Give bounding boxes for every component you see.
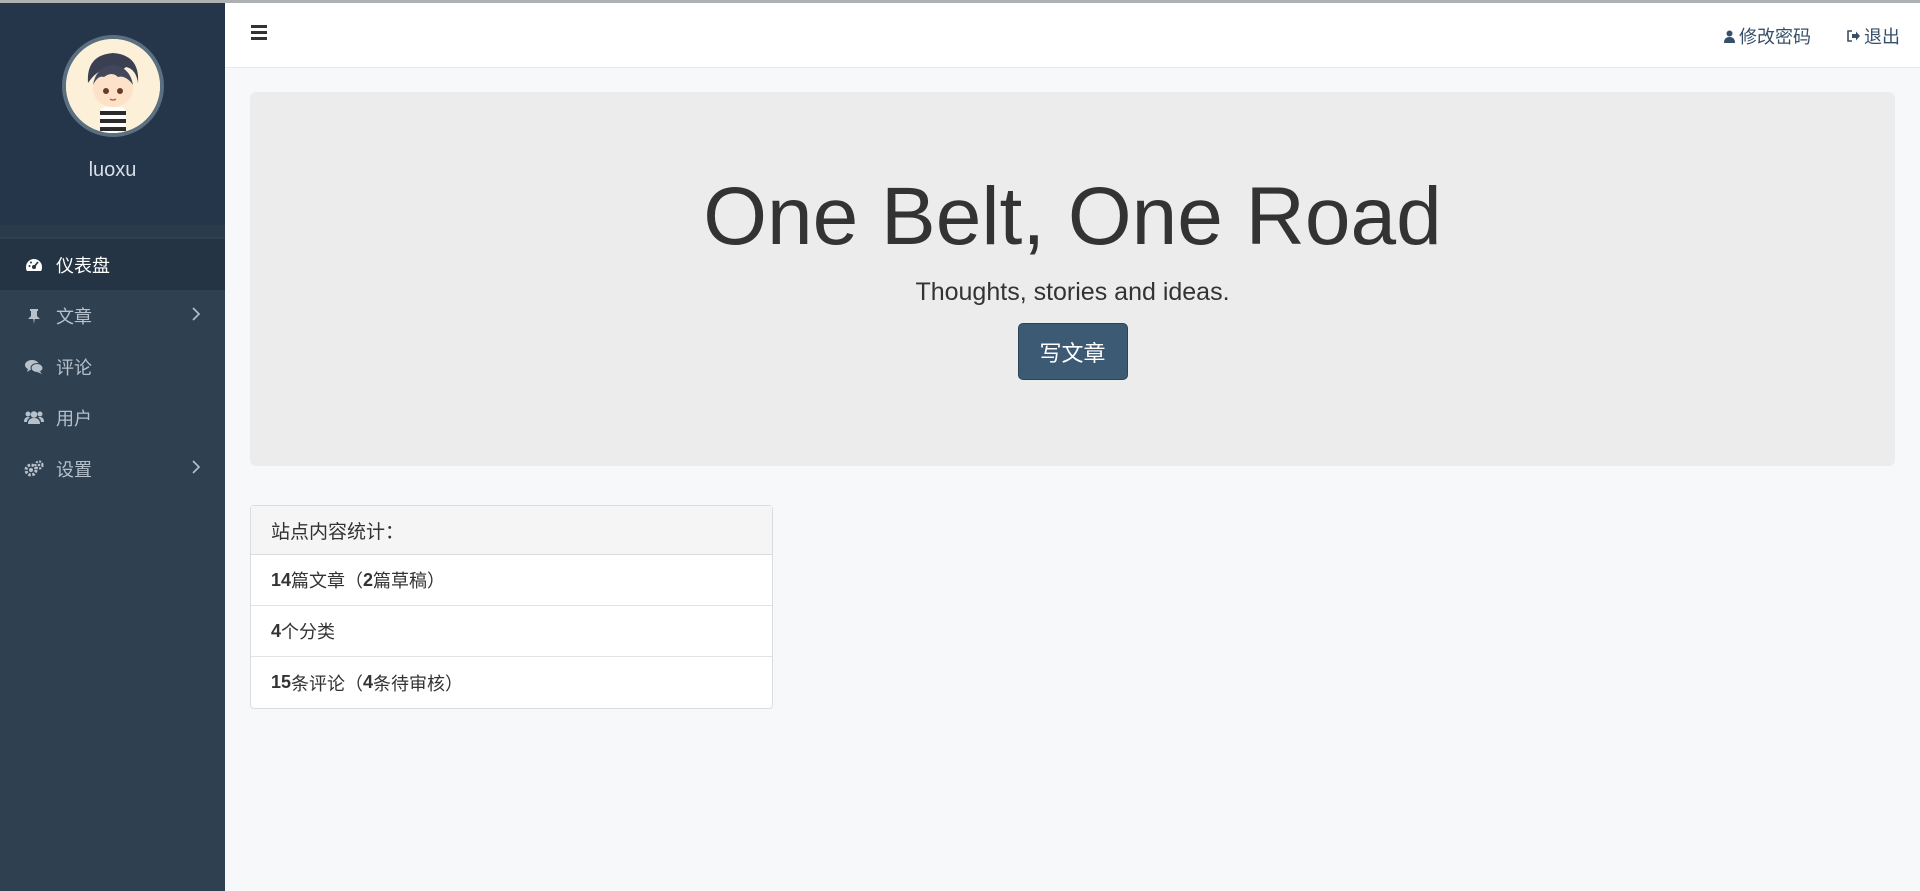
- chevron-right-icon: [191, 304, 201, 327]
- stats-posts-row: 14 篇文章（ 2 篇草稿）: [251, 555, 772, 606]
- sidebar: luoxu 仪表盘 文章 评论 用户 设置: [0, 3, 225, 891]
- avatar[interactable]: [61, 35, 164, 137]
- sidebar-menu: 仪表盘 文章 评论 用户 设置: [0, 239, 225, 494]
- sidebar-item-label: 评论: [56, 357, 92, 378]
- sidebar-item-label: 用户: [56, 408, 92, 429]
- logout-link[interactable]: 退出: [1847, 23, 1900, 49]
- jumbotron: One Belt, One Road Thoughts, stories and…: [250, 92, 1895, 466]
- thumbtack-icon: [24, 308, 44, 324]
- avatar-illustration: [65, 39, 160, 133]
- posts-label: 篇文章（: [291, 571, 364, 591]
- sidebar-item-comments[interactable]: 评论: [0, 341, 225, 392]
- top-navbar: 修改密码 退出: [225, 3, 1920, 68]
- chevron-right-icon: [191, 457, 201, 480]
- users-icon: [24, 410, 44, 425]
- categories-label: 个分类: [281, 622, 336, 642]
- profile-section: luoxu: [0, 3, 225, 225]
- sidebar-item-settings[interactable]: 设置: [0, 443, 225, 494]
- stats-comments-row: 15 条评论（ 4 条待审核）: [251, 657, 772, 708]
- sidebar-item-label: 设置: [56, 459, 92, 480]
- sidebar-item-dashboard[interactable]: 仪表盘: [0, 239, 225, 290]
- posts-count: 14: [271, 569, 292, 590]
- write-post-button[interactable]: 写文章: [1017, 323, 1128, 380]
- site-title: One Belt, One Road: [703, 171, 1442, 262]
- pending-count: 4: [363, 672, 374, 692]
- drafts-label: 篇草稿）: [373, 571, 446, 591]
- categories-count: 4: [271, 620, 282, 641]
- comments-count: 15: [271, 672, 292, 692]
- user-icon: [1724, 30, 1735, 43]
- sidebar-item-users[interactable]: 用户: [0, 392, 225, 443]
- stats-panel: 站点内容统计： 14 篇文章（ 2 篇草稿） 4 个分类 15 条评论（ 4 条待审核）: [250, 505, 773, 709]
- dashboard-icon: [24, 257, 44, 273]
- comments-icon: [24, 359, 44, 374]
- site-subtitle: Thoughts, stories and ideas.: [915, 278, 1230, 306]
- change-password-label: 修改密码: [1739, 27, 1811, 47]
- menu-toggle-icon[interactable]: [251, 25, 267, 41]
- cogs-icon: [24, 460, 44, 477]
- logout-label: 退出: [1864, 27, 1900, 47]
- username: luoxu: [88, 159, 137, 181]
- change-password-link[interactable]: 修改密码: [1724, 23, 1811, 49]
- sidebar-item-label: 文章: [56, 306, 92, 327]
- stats-categories-row: 4 个分类: [251, 606, 772, 657]
- sidebar-item-posts[interactable]: 文章: [0, 290, 225, 341]
- stats-heading: 站点内容统计：: [251, 506, 772, 555]
- pending-label: 条待审核）: [373, 673, 464, 694]
- sidebar-item-label: 仪表盘: [56, 255, 110, 276]
- navbar-actions: 修改密码 退出: [1688, 23, 1900, 49]
- comments-label: 条评论（: [291, 673, 364, 694]
- drafts-count: 2: [363, 569, 374, 590]
- sign-out-icon: [1847, 30, 1860, 42]
- sidebar-divider: [0, 225, 225, 237]
